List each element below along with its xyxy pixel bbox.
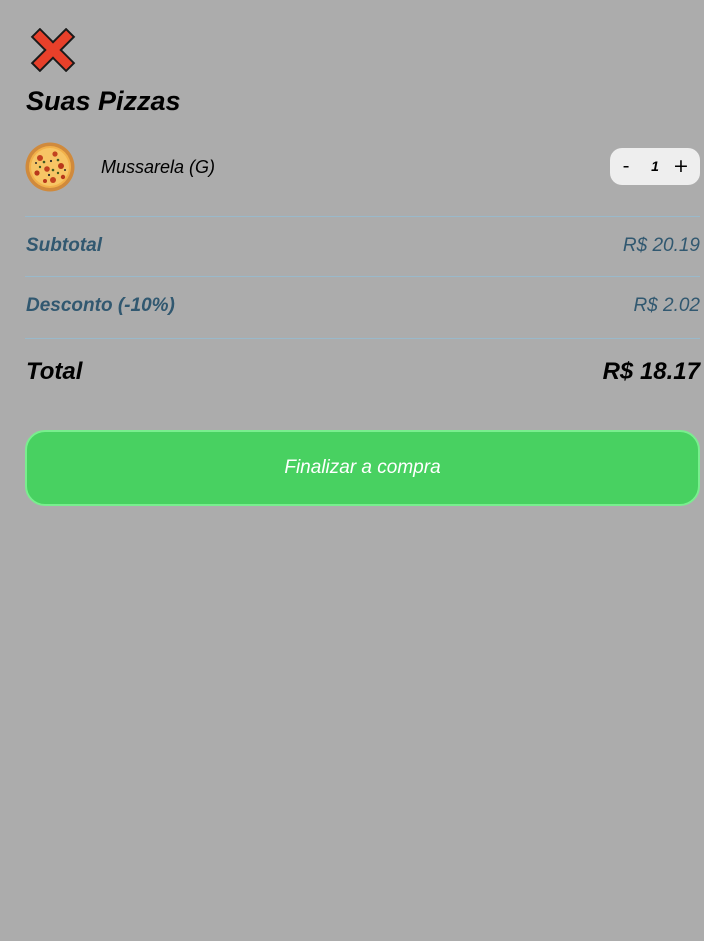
- cart-title: Suas Pizzas: [26, 86, 181, 116]
- discount-label: Desconto (-10%): [26, 295, 175, 316]
- checkout-button[interactable]: Finalizar a compra: [25, 430, 700, 506]
- item-name: Mussarela (G): [101, 157, 216, 177]
- subtotal-label: Subtotal: [26, 235, 102, 256]
- cart-panel: Suas Pizzas Mussarela (G) - 1 + Subtotal…: [0, 0, 704, 941]
- total-value: R$ 18.17: [602, 358, 700, 385]
- pizza-icon: [25, 142, 75, 192]
- subtotal-value: R$ 20.19: [622, 235, 700, 256]
- quantity-stepper: - 1 +: [610, 148, 700, 185]
- discount-row: Desconto (-10%) R$ 2.02: [25, 276, 700, 338]
- close-x-icon: [30, 28, 76, 72]
- decrement-button[interactable]: -: [611, 148, 641, 185]
- discount-value: R$ 2.02: [633, 295, 700, 316]
- cart-item: Mussarela (G) - 1 +: [25, 142, 700, 192]
- total-row: Total R$ 18.17: [25, 338, 700, 402]
- close-button[interactable]: [30, 28, 78, 72]
- subtotal-row: Subtotal R$ 20.19: [25, 216, 700, 276]
- total-label: Total: [26, 358, 83, 385]
- increment-button[interactable]: +: [666, 148, 696, 185]
